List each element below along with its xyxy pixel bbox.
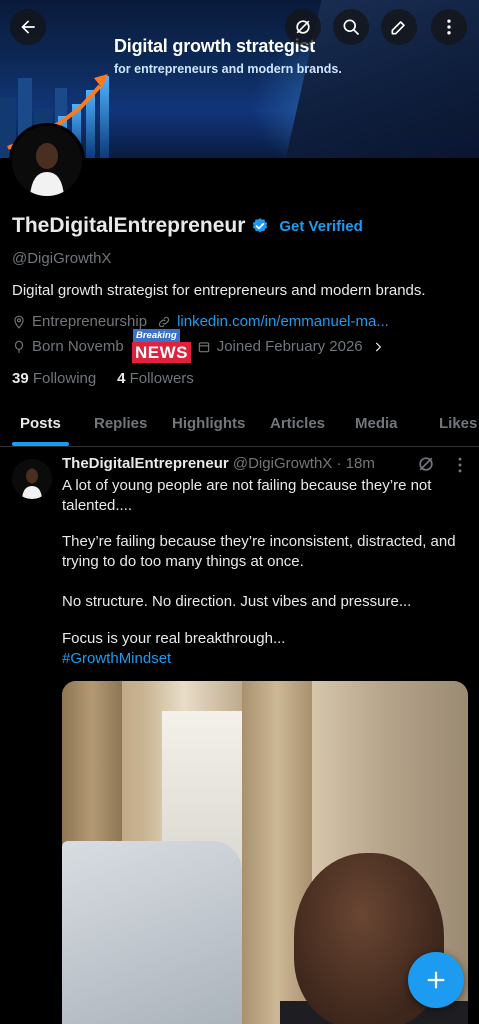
- search-icon: [343, 19, 360, 36]
- more-options-button[interactable]: [431, 9, 467, 45]
- profile-meta-row-2: Born Novemb Joined February 2026: [12, 338, 391, 355]
- edit-icon: [391, 21, 405, 35]
- tab-posts[interactable]: Posts: [20, 415, 61, 432]
- display-name: TheDigitalEntrepreneur: [12, 214, 246, 237]
- chevron-right-icon[interactable]: [371, 340, 385, 354]
- tab-likes[interactable]: Likes: [439, 415, 477, 432]
- joined-label: Joined February 2026: [216, 338, 363, 355]
- birthday-label: Born Novemb: [32, 338, 124, 355]
- post-time: · 18m: [336, 455, 375, 472]
- grok-button[interactable]: [285, 9, 321, 45]
- edit-button[interactable]: [381, 9, 417, 45]
- profile-link[interactable]: linkedin.com/in/emmanuel-ma...: [177, 313, 389, 330]
- tab-replies[interactable]: Replies: [94, 415, 147, 432]
- laptop-shape: [62, 841, 242, 1024]
- followers-link[interactable]: 4 Followers: [117, 370, 194, 387]
- location-pin-icon: [14, 315, 24, 329]
- post-text-line-2: They’re failing because they’re inconsis…: [62, 533, 456, 570]
- grok-icon[interactable]: [416, 454, 436, 474]
- following-link[interactable]: 39 Following: [12, 370, 96, 387]
- calendar-icon: [198, 341, 209, 352]
- profile-link-item[interactable]: linkedin.com/in/emmanuel-ma...: [157, 313, 389, 330]
- post-hashtag[interactable]: #GrowthMindset: [62, 650, 171, 667]
- joined-item: Joined February 2026: [197, 338, 391, 355]
- post-header: TheDigitalEntrepreneur @DigiGrowthX · 18…: [62, 455, 375, 472]
- avatar-image: [12, 126, 82, 196]
- post-author-avatar[interactable]: [12, 459, 52, 499]
- breaking-news-sticker: Breaking NEWS: [129, 329, 197, 365]
- birthday-item: Born Novemb: [12, 338, 124, 355]
- profile-tabs: Posts Replies Highlights Articles Media …: [0, 400, 479, 447]
- grok-icon: [296, 20, 310, 34]
- post-text-line-1: A lot of young people are not failing be…: [62, 477, 432, 514]
- following-label: Following: [32, 370, 97, 387]
- category-item: Entrepreneurship: [12, 313, 147, 330]
- active-tab-indicator: [12, 442, 69, 446]
- category-label: Entrepreneurship: [32, 313, 148, 330]
- following-count: 39: [12, 370, 29, 387]
- back-button[interactable]: [10, 9, 46, 45]
- followers-count: 4: [117, 370, 126, 387]
- post-media-image[interactable]: [62, 681, 468, 1024]
- follow-counts: 39 Following 4 Followers: [12, 370, 194, 387]
- post-text-line-4: Focus is your real breakthrough...: [62, 630, 286, 647]
- post-author-handle: @DigiGrowthX: [232, 455, 333, 472]
- profile-bio: Digital growth strategist for entreprene…: [12, 282, 426, 299]
- news-sticker-main: NEWS: [132, 342, 191, 363]
- get-verified-link[interactable]: Get Verified: [279, 218, 362, 235]
- post-avatar-image: [12, 459, 52, 499]
- link-icon: [158, 316, 170, 327]
- profile-handle: @DigiGrowthX: [12, 250, 112, 267]
- tab-highlights[interactable]: Highlights: [172, 415, 245, 432]
- more-vertical-icon: [447, 19, 451, 35]
- tab-articles[interactable]: Articles: [270, 415, 325, 432]
- arrow-left-icon: [21, 20, 35, 34]
- verified-badge-icon[interactable]: [251, 217, 269, 235]
- banner-subline: for entrepreneurs and modern brands.: [114, 62, 342, 76]
- tab-media[interactable]: Media: [355, 415, 398, 432]
- search-button[interactable]: [333, 9, 369, 45]
- post-text-line-3: No structure. No direction. Just vibes a…: [62, 593, 412, 610]
- post-more-icon[interactable]: [450, 455, 470, 475]
- banner-headline: Digital growth strategist: [114, 36, 316, 56]
- news-sticker-top: Breaking: [133, 329, 180, 342]
- followers-label: Followers: [129, 370, 194, 387]
- name-row: TheDigitalEntrepreneur Get Verified: [12, 214, 363, 238]
- balloon-icon: [14, 340, 24, 353]
- profile-meta-row-1: Entrepreneurship linkedin.com/in/emmanue…: [12, 313, 389, 330]
- profile-avatar[interactable]: [9, 123, 85, 199]
- plus-icon: [427, 971, 445, 989]
- compose-post-button[interactable]: [408, 952, 464, 1008]
- post-author-name[interactable]: TheDigitalEntrepreneur: [62, 455, 229, 472]
